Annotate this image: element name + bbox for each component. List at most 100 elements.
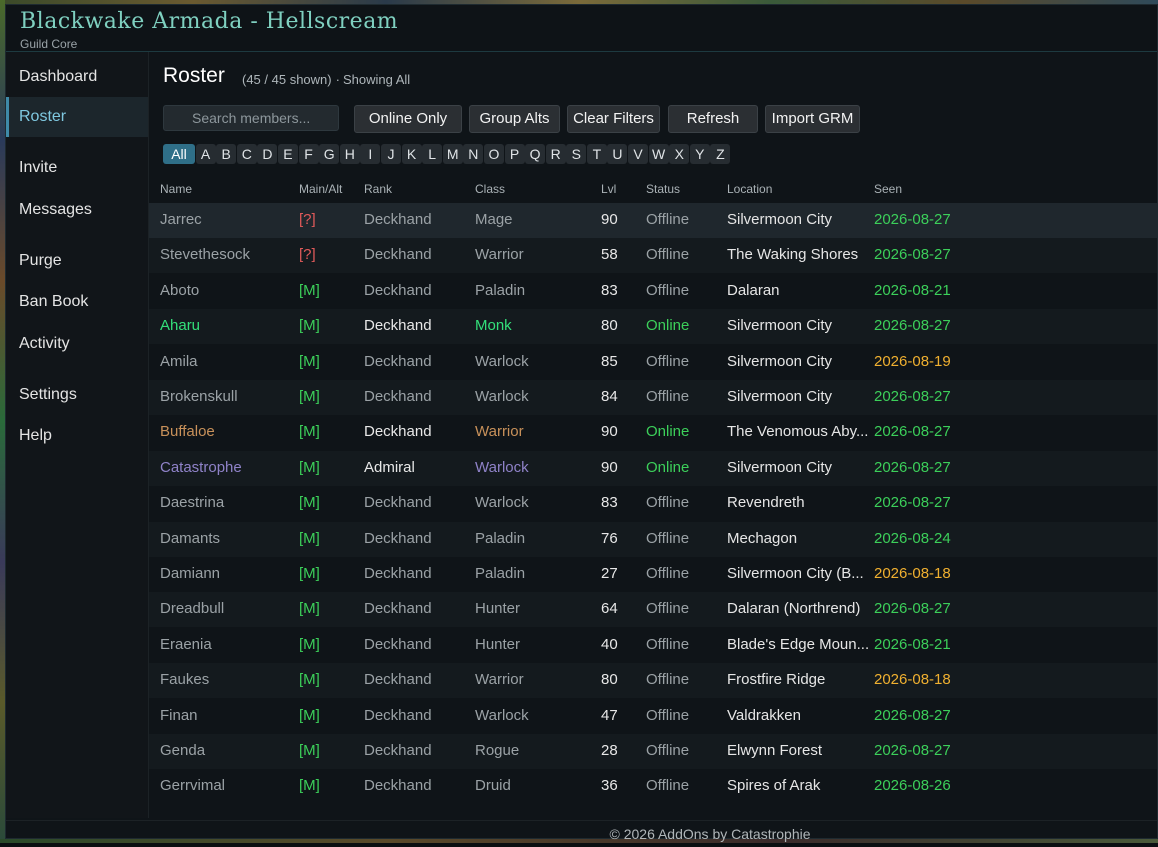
- member-status: Offline: [646, 388, 690, 405]
- letter-filter-k[interactable]: K: [401, 144, 422, 164]
- table-row[interactable]: Gerrvimal [M] Deckhand Druid 36 Offline Spires…: [149, 769, 1157, 803]
- sidebar-item-settings[interactable]: Settings: [6, 377, 148, 413]
- table-row[interactable]: Daestrina [M] Deckhand Warlock 83 Offline Reve…: [149, 486, 1157, 521]
- table-row[interactable]: Buffaloe [M] Deckhand Warrior 90 Online The Ve…: [149, 415, 1157, 450]
- refresh-button[interactable]: Refresh: [668, 105, 758, 133]
- member-name: Gerrvimal: [160, 777, 226, 795]
- sidebar-item-invite[interactable]: Invite: [6, 150, 148, 186]
- column-header-class[interactable]: Class: [475, 182, 505, 196]
- member-location: Revendreth: [727, 494, 805, 512]
- letter-filter-w[interactable]: W: [648, 144, 669, 164]
- member-location: Frostfire Ridge: [727, 671, 826, 689]
- letter-filter-q[interactable]: Q: [525, 144, 546, 164]
- letter-filter-l[interactable]: L: [422, 144, 443, 164]
- letter-filter-n[interactable]: N: [463, 144, 484, 164]
- sidebar-item-purge[interactable]: Purge: [6, 243, 148, 279]
- letter-filter-v[interactable]: V: [628, 144, 649, 164]
- member-name: Buffaloe: [160, 423, 215, 441]
- member-location: Silvermoon City (B...: [727, 565, 864, 582]
- main-alt-tag: [M]: [299, 777, 320, 795]
- roster-table-body: Jarrec [?] Deckhand Mage 90 Offline Silvermoon…: [149, 203, 1157, 803]
- letter-filter-u[interactable]: U: [607, 144, 628, 164]
- title-bar[interactable]: Blackwake Armada - Hellscream Guild Core: [6, 5, 1157, 52]
- member-status: Online: [646, 423, 690, 441]
- member-class: Paladin: [475, 281, 526, 299]
- letter-filter-r[interactable]: R: [545, 144, 566, 164]
- column-header-main-alt[interactable]: Main/Alt: [299, 182, 342, 196]
- separator: ·: [335, 72, 340, 87]
- table-row[interactable]: Jarrec [?] Deckhand Mage 90 Offline Silvermoon…: [149, 203, 1157, 238]
- sidebar: Dashboard Roster Invite Messages Purge B…: [6, 52, 149, 818]
- member-rank: Deckhand: [364, 706, 432, 724]
- sidebar-item-ban-book[interactable]: Ban Book: [6, 284, 148, 320]
- letter-filter-t[interactable]: T: [586, 144, 607, 164]
- main-alt-tag: [?]: [299, 211, 316, 228]
- member-level: 36: [601, 777, 618, 795]
- roster-table-header: Name Main/Alt Rank Class Lvl Status Loca…: [149, 180, 1157, 200]
- letter-filter-o[interactable]: O: [483, 144, 504, 164]
- table-row[interactable]: Damiann [M] Deckhand Paladin 27 Offline Silver…: [149, 557, 1157, 592]
- column-header-seen[interactable]: Seen: [874, 182, 902, 196]
- letter-filter-y[interactable]: Y: [689, 144, 710, 164]
- member-rank: Deckhand: [364, 565, 432, 582]
- member-last-seen: 2026-08-27: [874, 423, 951, 441]
- column-header-status[interactable]: Status: [646, 182, 680, 196]
- member-name: Faukes: [160, 671, 210, 689]
- letter-filter-z[interactable]: Z: [710, 144, 731, 164]
- letter-filter-all[interactable]: All: [163, 144, 195, 164]
- table-row[interactable]: Eraenia [M] Deckhand Hunter 40 Offline Blade's…: [149, 628, 1157, 663]
- sidebar-item-activity[interactable]: Activity: [6, 326, 148, 362]
- member-last-seen: 2026-08-27: [874, 494, 951, 512]
- column-header-location[interactable]: Location: [727, 182, 772, 196]
- table-row[interactable]: Aboto [M] Deckhand Paladin 83 Offline Dalaran 2…: [149, 274, 1157, 309]
- main-alt-tag: [M]: [299, 565, 320, 582]
- table-row[interactable]: Brokenskull [M] Deckhand Warlock 84 Offline Si…: [149, 380, 1157, 415]
- table-row[interactable]: Catastrophe [M] Admiral Warlock 90 Online Silv…: [149, 450, 1157, 486]
- sidebar-item-messages[interactable]: Messages: [6, 192, 148, 228]
- member-last-seen: 2026-08-27: [874, 458, 951, 476]
- letter-filter-a[interactable]: A: [195, 144, 216, 164]
- member-rank: Deckhand: [364, 211, 432, 228]
- member-class: Warlock: [475, 388, 529, 405]
- table-row[interactable]: Aharu [M] Deckhand Monk 80 Online Silvermoon C…: [149, 309, 1157, 345]
- member-location: Silvermoon City: [727, 211, 833, 228]
- table-row[interactable]: Stevethesock [?] Deckhand Warrior 58 Offline T…: [149, 238, 1157, 274]
- table-row[interactable]: Dreadbull [M] Deckhand Hunter 64 Offline Dalar…: [149, 592, 1157, 628]
- sidebar-item-roster[interactable]: Roster: [6, 97, 148, 137]
- letter-filter-b[interactable]: B: [216, 144, 237, 164]
- sidebar-item-help[interactable]: Help: [6, 418, 148, 454]
- letter-filter-g[interactable]: G: [319, 144, 340, 164]
- column-header-name[interactable]: Name: [160, 182, 192, 196]
- table-row[interactable]: Amila [M] Deckhand Warlock 85 Offline Silvermo…: [149, 345, 1157, 380]
- clear-filters-button[interactable]: Clear Filters: [567, 105, 660, 133]
- column-header-rank[interactable]: Rank: [364, 182, 392, 196]
- member-rank: Deckhand: [364, 777, 432, 795]
- member-last-seen: 2026-08-26: [874, 777, 951, 795]
- letter-filter-m[interactable]: M: [442, 144, 463, 164]
- online-only-button[interactable]: Online Only: [354, 105, 462, 133]
- letter-filter-s[interactable]: S: [566, 144, 587, 164]
- letter-filter-d[interactable]: D: [257, 144, 278, 164]
- group-alts-button[interactable]: Group Alts: [469, 105, 560, 133]
- letter-filter-c[interactable]: C: [236, 144, 257, 164]
- member-last-seen: 2026-08-27: [874, 317, 951, 335]
- member-location: The Venomous Aby...: [727, 423, 869, 441]
- table-row[interactable]: Finan [M] Deckhand Warlock 47 Offline Valdrakk…: [149, 699, 1157, 734]
- column-header-level[interactable]: Lvl: [601, 182, 616, 196]
- letter-filter-j[interactable]: J: [380, 144, 401, 164]
- letter-filter-p[interactable]: P: [504, 144, 525, 164]
- letter-filter-i[interactable]: I: [360, 144, 381, 164]
- letter-filter-h[interactable]: H: [339, 144, 360, 164]
- table-row[interactable]: Faukes [M] Deckhand Warrior 80 Offline Frostfi…: [149, 663, 1157, 699]
- import-grm-button[interactable]: Import GRM: [765, 105, 860, 133]
- member-location: Dalaran: [727, 281, 780, 299]
- table-row[interactable]: Genda [M] Deckhand Rogue 28 Offline Elwynn For…: [149, 734, 1157, 769]
- member-rank: Deckhand: [364, 600, 432, 618]
- member-name: Damants: [160, 529, 221, 547]
- letter-filter-e[interactable]: E: [277, 144, 298, 164]
- search-input[interactable]: [163, 105, 339, 131]
- sidebar-item-dashboard[interactable]: Dashboard: [6, 59, 148, 95]
- table-row[interactable]: Damants [M] Deckhand Paladin 76 Offline Mechag…: [149, 521, 1157, 557]
- letter-filter-f[interactable]: F: [298, 144, 319, 164]
- letter-filter-x[interactable]: X: [669, 144, 690, 164]
